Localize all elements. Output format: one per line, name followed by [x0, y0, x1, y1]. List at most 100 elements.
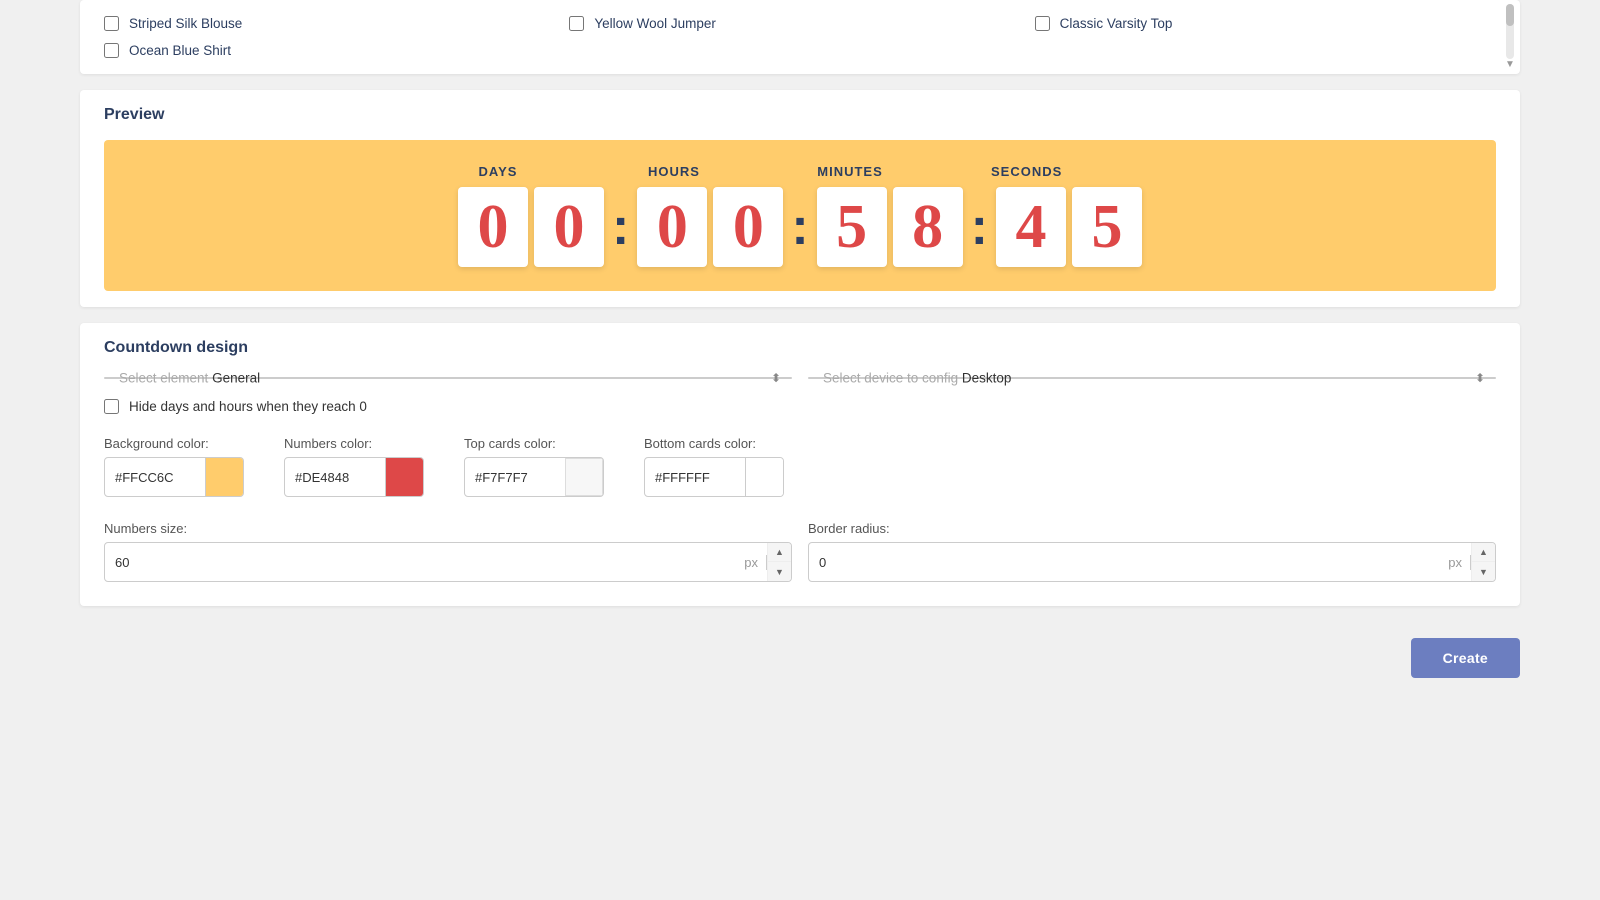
numbers-size-up-button[interactable]: ▲ — [767, 543, 791, 562]
numbers-size-down-button[interactable]: ▼ — [767, 562, 791, 581]
checkbox-grid: Striped Silk Blouse Yellow Wool Jumper C… — [104, 16, 1500, 58]
bottom-bar: Create — [0, 622, 1600, 694]
digit-card-5: 8 — [893, 187, 963, 267]
striped-silk-blouse-checkbox[interactable] — [104, 16, 119, 31]
numbers-size-input[interactable] — [105, 547, 736, 578]
border-radius-unit: px — [1440, 555, 1471, 570]
numbers-color-input-row — [284, 457, 424, 497]
bottom-cards-color-swatch[interactable] — [745, 458, 783, 496]
yellow-wool-jumper-label: Yellow Wool Jumper — [594, 16, 716, 31]
numbers-color-label: Numbers color: — [284, 436, 424, 451]
digit-2: 0 — [657, 196, 688, 258]
hide-days-row: Hide days and hours when they reach 0 — [104, 399, 1496, 414]
bg-color-hex-input[interactable] — [105, 462, 205, 493]
scrollbar[interactable]: ▼ — [1504, 0, 1516, 74]
digit-3: 0 — [733, 196, 764, 258]
bottom-cards-color-input-row — [644, 457, 784, 497]
bg-color-input-row — [104, 457, 244, 497]
border-radius-label: Border radius: — [808, 521, 1496, 536]
digit-0: 0 — [478, 196, 509, 258]
seconds-label: SECONDS — [991, 164, 1061, 179]
checkbox-item-striped-silk-blouse: Striped Silk Blouse — [104, 16, 569, 31]
yellow-wool-jumper-checkbox[interactable] — [569, 16, 584, 31]
hours-label: HOURS — [639, 164, 709, 179]
colors-row: Background color: Numbers color: Top car… — [104, 436, 1496, 497]
sizes-row: Numbers size: px ▲ ▼ Border radius: px — [104, 521, 1496, 582]
countdown-digits: 0 0 : 0 0 : 5 — [458, 187, 1142, 267]
ocean-blue-shirt-label: Ocean Blue Shirt — [129, 43, 231, 58]
numbers-size-group: Numbers size: px ▲ ▼ — [104, 521, 792, 582]
top-cards-color-hex-input[interactable] — [465, 462, 565, 493]
seconds-labels: SECONDS — [991, 164, 1137, 179]
create-button[interactable]: Create — [1411, 638, 1520, 678]
design-title: Countdown design — [104, 339, 1496, 357]
digit-card-2: 0 — [637, 187, 707, 267]
digit-card-0: 0 — [458, 187, 528, 267]
numbers-size-input-row: px ▲ ▼ — [104, 542, 792, 582]
border-radius-down-button[interactable]: ▼ — [1471, 562, 1495, 581]
border-radius-group: Border radius: px ▲ ▼ — [808, 521, 1496, 582]
minutes-labels: MINUTES — [815, 164, 961, 179]
digit-card-3: 0 — [713, 187, 783, 267]
border-radius-stepper: ▲ ▼ — [1471, 543, 1495, 581]
bg-color-swatch[interactable] — [205, 458, 243, 496]
numbers-size-unit: px — [736, 555, 767, 570]
digit-card-1: 0 — [534, 187, 604, 267]
ocean-blue-shirt-checkbox[interactable] — [104, 43, 119, 58]
countdown-labels-line: DAYS HOURS MINUTES SECONDS — [463, 164, 1137, 179]
minutes-label: MINUTES — [815, 164, 885, 179]
days-labels: DAYS — [463, 164, 609, 179]
digit-6: 4 — [1015, 196, 1046, 258]
checkboxes-card: Striped Silk Blouse Yellow Wool Jumper C… — [80, 0, 1520, 74]
top-cards-color-swatch[interactable] — [565, 458, 603, 496]
digit-card-7: 5 — [1072, 187, 1142, 267]
minutes-label2 — [891, 164, 961, 179]
days-label: DAYS — [463, 164, 533, 179]
numbers-color-group: Numbers color: — [284, 436, 424, 497]
seconds-label2 — [1067, 164, 1137, 179]
numbers-color-swatch[interactable] — [385, 458, 423, 496]
countdown-display: DAYS HOURS MINUTES SECONDS — [124, 164, 1476, 267]
design-card: Countdown design General Select element … — [80, 323, 1520, 606]
days-label2 — [539, 164, 609, 179]
numbers-color-hex-input[interactable] — [285, 462, 385, 493]
bottom-cards-color-group: Bottom cards color: — [644, 436, 784, 497]
colon-2: : — [791, 201, 808, 253]
digit-7: 5 — [1091, 196, 1122, 258]
digit-card-4: 5 — [817, 187, 887, 267]
scroll-down-arrow[interactable]: ▼ — [1505, 59, 1515, 70]
digit-4: 5 — [836, 196, 867, 258]
border-radius-input[interactable] — [809, 547, 1440, 578]
countdown-preview: DAYS HOURS MINUTES SECONDS — [104, 140, 1496, 291]
digit-1: 0 — [554, 196, 585, 258]
numbers-size-stepper: ▲ ▼ — [767, 543, 791, 581]
hide-days-label: Hide days and hours when they reach 0 — [129, 399, 367, 414]
classic-varsity-top-label: Classic Varsity Top — [1060, 16, 1173, 31]
preview-card: Preview DAYS HOURS MINUTES — [80, 90, 1520, 307]
border-radius-input-row: px ▲ ▼ — [808, 542, 1496, 582]
hours-labels: HOURS — [639, 164, 785, 179]
colon-1: : — [612, 201, 629, 253]
bottom-cards-color-hex-input[interactable] — [645, 462, 745, 493]
hours-label2 — [715, 164, 785, 179]
checkbox-item-ocean-blue-shirt: Ocean Blue Shirt — [104, 43, 569, 58]
checkbox-item-classic-varsity-top: Classic Varsity Top — [1035, 16, 1500, 31]
digit-card-6: 4 — [996, 187, 1066, 267]
striped-silk-blouse-label: Striped Silk Blouse — [129, 16, 242, 31]
bg-color-label: Background color: — [104, 436, 244, 451]
digit-5: 8 — [912, 196, 943, 258]
colon-3: : — [971, 201, 988, 253]
numbers-size-label: Numbers size: — [104, 521, 792, 536]
bottom-cards-color-label: Bottom cards color: — [644, 436, 784, 451]
bg-color-group: Background color: — [104, 436, 244, 497]
select-device-wrapper: Desktop Select device to config Desktop … — [808, 377, 1496, 379]
select-element-wrapper: General Select element General ⬍ — [104, 377, 792, 379]
checkbox-item-yellow-wool-jumper: Yellow Wool Jumper — [569, 16, 1034, 31]
hide-days-checkbox[interactable] — [104, 399, 119, 414]
classic-varsity-top-checkbox[interactable] — [1035, 16, 1050, 31]
selects-row: General Select element General ⬍ Desktop… — [104, 377, 1496, 379]
top-cards-color-label: Top cards color: — [464, 436, 604, 451]
top-cards-color-input-row — [464, 457, 604, 497]
border-radius-up-button[interactable]: ▲ — [1471, 543, 1495, 562]
preview-title: Preview — [104, 106, 1496, 124]
